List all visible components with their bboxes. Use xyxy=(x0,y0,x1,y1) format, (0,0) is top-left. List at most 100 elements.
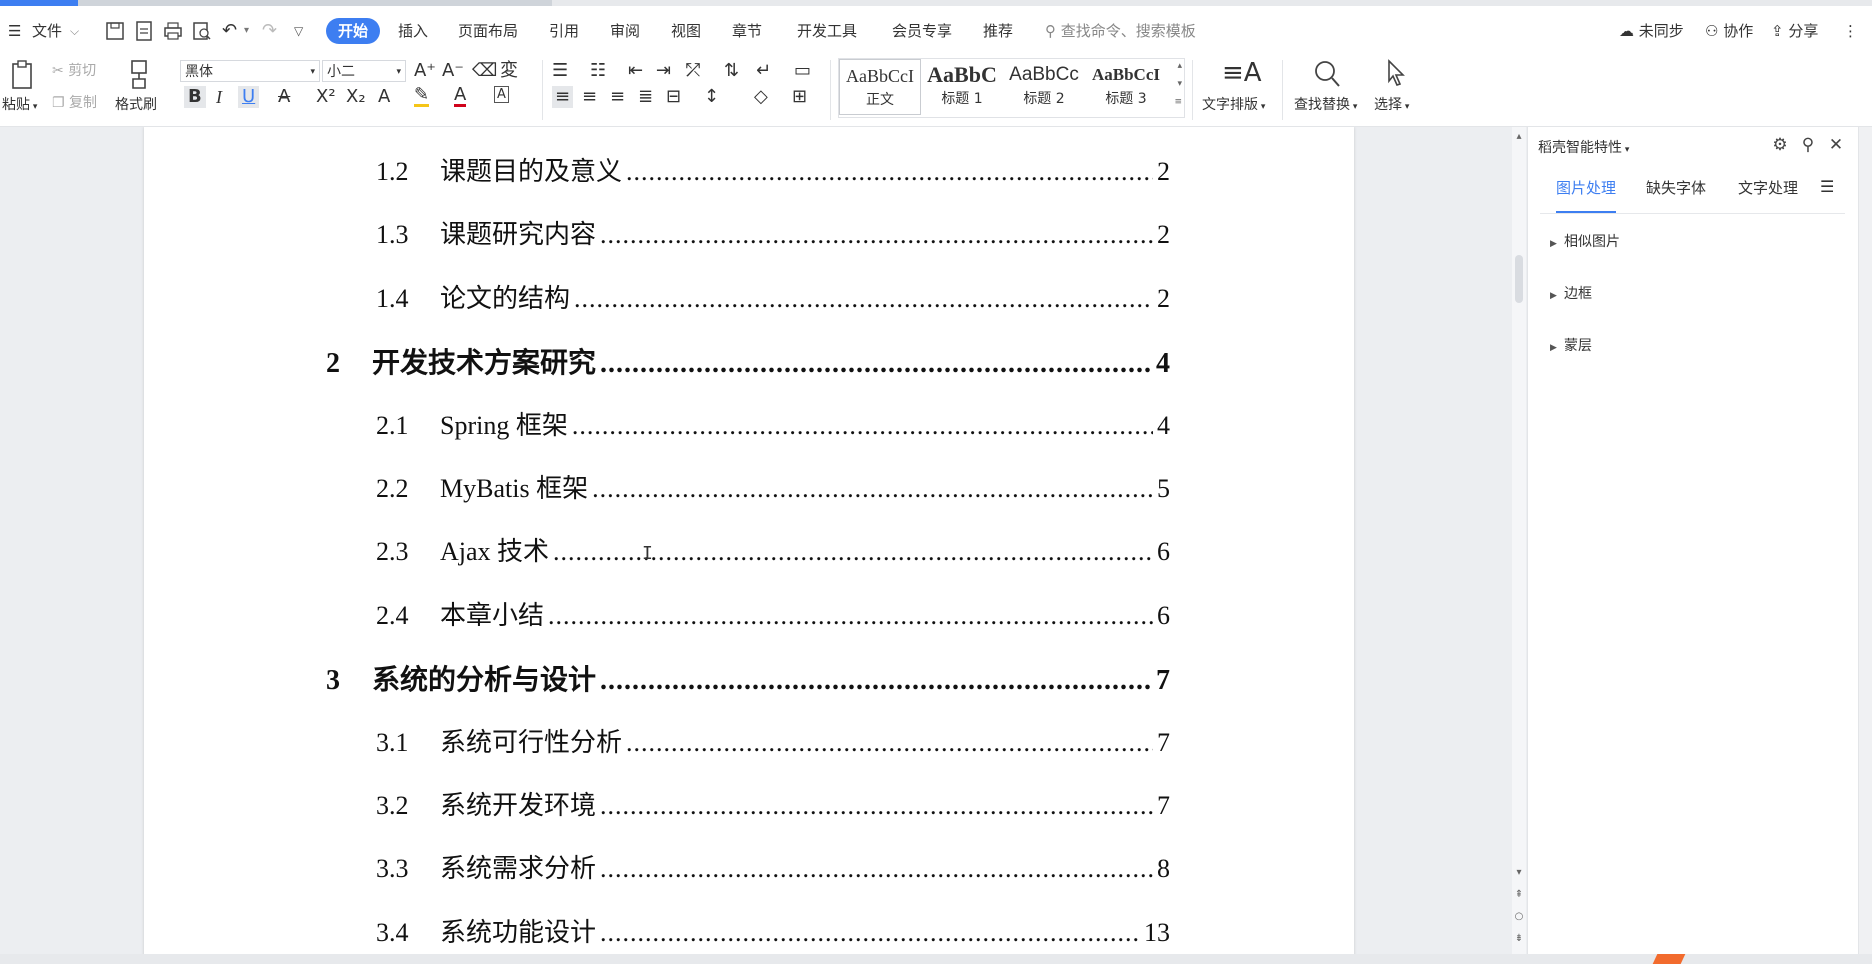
highlight-icon[interactable]: ✎ xyxy=(414,86,430,107)
format-painter-button[interactable]: 格式刷 xyxy=(115,94,157,114)
pane-tab-text[interactable]: 文字处理 xyxy=(1738,177,1798,211)
style-normal[interactable]: AaBbCcI 正文 xyxy=(839,59,921,115)
style-scroll-down-icon[interactable]: ▾ xyxy=(1177,79,1182,89)
undo-icon[interactable]: ↶ xyxy=(222,18,237,44)
bullet-list-icon[interactable]: ☰ xyxy=(552,60,568,82)
style-heading-3[interactable]: AaBbCcI 标题 3 xyxy=(1085,59,1167,115)
customize-toolbar-icon[interactable]: ▽ xyxy=(294,18,303,44)
underline-icon[interactable]: U xyxy=(238,86,260,108)
superscript-icon[interactable]: X² xyxy=(316,86,336,108)
line-spacing-icon[interactable]: ↕ xyxy=(704,86,719,108)
find-replace-button[interactable]: 查找替换 ▾ xyxy=(1294,94,1357,114)
select-button[interactable]: 选择 ▾ xyxy=(1374,94,1409,114)
toc-entry[interactable]: 2 开发技术方案研究 4 xyxy=(326,341,1170,381)
align-right-icon[interactable]: ≡ xyxy=(610,86,625,108)
copy-button[interactable]: ❐ 复制 xyxy=(52,92,97,112)
distribute-icon[interactable]: ⊟ xyxy=(666,86,681,108)
pane-tab-image[interactable]: 图片处理 xyxy=(1556,177,1617,213)
strikethrough-icon[interactable]: A xyxy=(278,86,290,108)
tab-references[interactable]: 引用 xyxy=(549,18,579,44)
tab-home[interactable]: 开始 xyxy=(326,18,381,44)
decrease-indent-icon[interactable]: ⇤ xyxy=(628,60,643,82)
text-layout-icon[interactable]: ≡A xyxy=(1222,58,1262,88)
style-heading-2[interactable]: AaBbCc 标题 2 xyxy=(1003,59,1085,115)
toc-entry[interactable]: 2.1 Spring 框架 4 xyxy=(376,405,1170,445)
cut-button[interactable]: ✂ 剪切 xyxy=(52,60,96,80)
collaborate-button[interactable]: ⚇ 协作 xyxy=(1705,18,1753,44)
toc-entry[interactable]: 2.3 Ajax 技术 6 xyxy=(376,531,1170,571)
numbered-list-icon[interactable]: ☷ xyxy=(590,60,606,82)
chevron-down-icon[interactable]: ⌵ xyxy=(70,18,79,44)
text-direction-icon[interactable]: ⤱ xyxy=(686,60,700,82)
toc-entry[interactable]: 3 系统的分析与设计 7 xyxy=(326,658,1170,698)
tab-page-layout[interactable]: 页面布局 xyxy=(458,18,518,44)
toc-entry[interactable]: 3.2 系统开发环境 7 xyxy=(376,785,1170,825)
char-border-icon[interactable]: A xyxy=(494,86,509,103)
format-painter-icon[interactable] xyxy=(124,58,154,92)
print-icon[interactable] xyxy=(162,20,184,42)
justify-icon[interactable]: ≣ xyxy=(638,86,653,108)
undo-dropdown-icon[interactable]: ▾ xyxy=(244,18,249,44)
more-options-icon[interactable]: ⋮ xyxy=(1843,18,1858,44)
print-preview-icon[interactable] xyxy=(191,20,213,42)
close-icon[interactable]: ✕ xyxy=(1826,135,1846,155)
pane-menu-icon[interactable]: ☰ xyxy=(1820,177,1834,211)
font-color-icon[interactable]: A xyxy=(454,86,467,107)
next-page-icon[interactable]: ⇟ xyxy=(1514,933,1524,945)
sort-icon[interactable]: ⇅ xyxy=(724,60,739,82)
tab-recommend[interactable]: 推荐 xyxy=(983,18,1013,44)
toc-entry[interactable]: 3.4 系统功能设计 13 xyxy=(376,912,1170,952)
share-button[interactable]: ⇪ 分享 xyxy=(1771,18,1818,44)
text-effect-icon[interactable]: A xyxy=(378,86,390,108)
paste-button[interactable]: 粘贴 ▾ xyxy=(2,94,37,114)
select-cursor-icon[interactable] xyxy=(1384,58,1410,90)
toc-entry[interactable]: 2.4 本章小结 6 xyxy=(376,595,1170,635)
text-layout-button[interactable]: 文字排版 ▾ xyxy=(1202,94,1265,114)
document-page[interactable]: 1.2 课题目的及意义 2 1.3 课题研究内容 2 1.4 论文的结构 2 2 开发技术方案研究 4… xyxy=(144,127,1354,954)
italic-icon[interactable]: I xyxy=(216,86,222,108)
toc-entry[interactable]: 1.3 课题研究内容 2 xyxy=(376,214,1170,254)
toc-entry[interactable]: 2.2 MyBatis 框架 5 xyxy=(376,468,1170,508)
file-menu[interactable]: 文件 xyxy=(32,18,62,44)
paste-icon[interactable] xyxy=(6,58,40,92)
pane-item-mask[interactable]: ▶ 蒙层 xyxy=(1550,335,1592,355)
command-search[interactable]: ⚲ 查找命令、搜索模板 xyxy=(1045,18,1196,44)
shading-icon[interactable]: ◇ xyxy=(754,86,768,108)
style-more-icon[interactable]: ≡ xyxy=(1174,97,1182,107)
select-browse-object-icon[interactable]: ○ xyxy=(1514,911,1524,923)
scroll-up-icon[interactable]: ▴ xyxy=(1514,131,1524,143)
pane-tab-missing-fonts[interactable]: 缺失字体 xyxy=(1646,177,1706,211)
save-icon[interactable] xyxy=(104,20,126,42)
find-icon[interactable] xyxy=(1312,58,1342,90)
export-pdf-icon[interactable] xyxy=(133,20,155,42)
sync-status[interactable]: ☁ 未同步 xyxy=(1619,18,1684,44)
toc-entry[interactable]: 3.3 系统需求分析 8 xyxy=(376,848,1170,888)
font-size-select[interactable]: 小二 ▾ xyxy=(322,60,406,82)
toc-entry[interactable]: 1.2 课题目的及意义 2 xyxy=(376,151,1170,191)
side-toolbar-edge[interactable] xyxy=(1858,127,1872,954)
bold-icon[interactable]: B xyxy=(184,86,206,108)
shrink-font-icon[interactable]: A⁻ xyxy=(442,60,464,82)
tab-developer[interactable]: 开发工具 xyxy=(797,18,857,44)
style-heading-1[interactable]: AaBbC 标题 1 xyxy=(921,59,1003,115)
pinyin-guide-icon[interactable]: 変 xyxy=(500,60,518,82)
tab-chapter[interactable]: 章节 xyxy=(732,18,762,44)
document-scrollbar[interactable]: ▴ ▾ ⇞ ○ ⇟ xyxy=(1512,127,1526,954)
show-marks-icon[interactable]: ↵ xyxy=(756,60,771,82)
increase-indent-icon[interactable]: ⇥ xyxy=(656,60,671,82)
ruler-icon[interactable]: ▭ xyxy=(794,60,811,82)
gear-icon[interactable]: ⚙ xyxy=(1770,135,1790,155)
pane-item-border[interactable]: ▶ 边框 xyxy=(1550,283,1592,303)
pane-title-dropdown[interactable]: 稻壳智能特性 ▾ xyxy=(1538,137,1629,157)
align-center-icon[interactable]: ≡ xyxy=(582,86,597,108)
grow-font-icon[interactable]: A⁺ xyxy=(414,60,436,82)
redo-icon[interactable]: ↷ xyxy=(262,18,277,44)
borders-icon[interactable]: ⊞ xyxy=(792,86,807,108)
tab-insert[interactable]: 插入 xyxy=(398,18,428,44)
subscript-icon[interactable]: X₂ xyxy=(346,86,366,108)
prev-page-icon[interactable]: ⇞ xyxy=(1514,889,1524,901)
toc-entry[interactable]: 1.4 论文的结构 2 xyxy=(376,278,1170,318)
tab-review[interactable]: 审阅 xyxy=(610,18,640,44)
scroll-down-icon[interactable]: ▾ xyxy=(1514,867,1524,879)
clear-format-icon[interactable]: ⌫ xyxy=(472,60,497,82)
